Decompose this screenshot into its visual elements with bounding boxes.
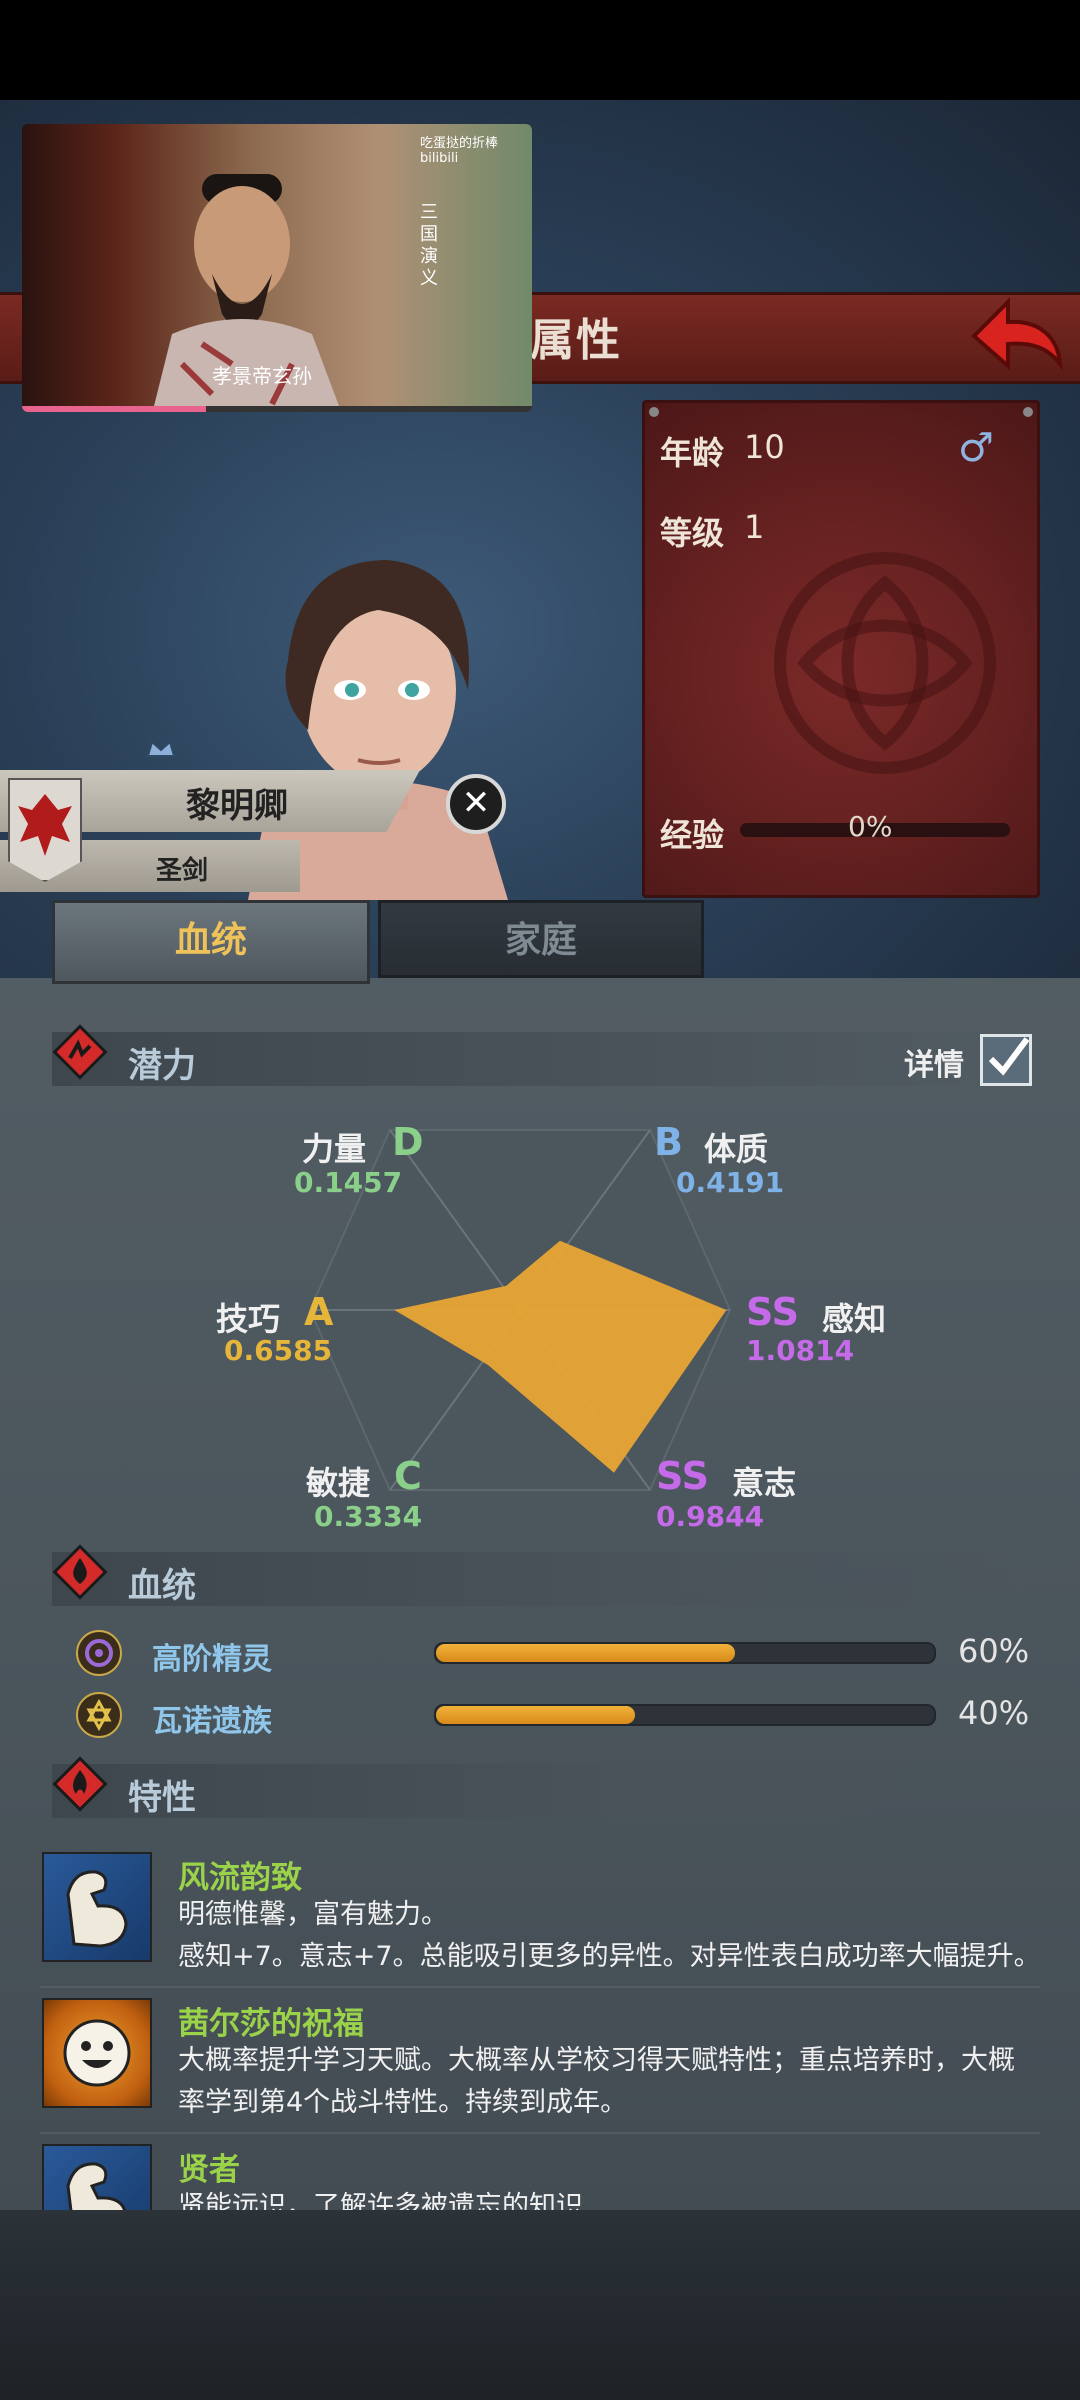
celtic-knot-emblem (774, 552, 996, 774)
bottom-area (0, 2210, 1080, 2400)
trait-item[interactable]: 贤者 贤能远识，了解许多被遗忘的知识 (40, 2144, 1040, 2210)
stat-strength-value: 0.1457 (294, 1166, 403, 1199)
trait-item[interactable]: 风流韵致 明德惟馨，富有魅力。 感知+7。意志+7。总能吸引更多的异性。对异性表… (40, 1852, 1041, 1972)
stat-agility-value: 0.3334 (314, 1500, 423, 1533)
video-source-label: 吃蛋挞的折棒 bilibili (420, 136, 499, 166)
stat-perception-grade: SS (746, 1290, 800, 1334)
status-bar-area (0, 0, 1080, 100)
exp-label: 经验 (660, 816, 725, 854)
stat-strength-name: 力量 (302, 1130, 367, 1168)
video-progress-bar[interactable] (22, 406, 532, 412)
traits-section-bar (52, 1764, 1027, 1818)
blood-drop-icon (52, 1544, 108, 1600)
crown-icon (146, 736, 176, 760)
detail-checkbox[interactable] (980, 1034, 1032, 1086)
bloodline-title: 血统 (128, 1566, 196, 1606)
tab-family[interactable]: 家庭 (378, 900, 704, 978)
stat-agility-name: 敏捷 (306, 1464, 371, 1502)
video-progress-fill (22, 406, 206, 412)
stat-will-grade: SS (656, 1454, 710, 1498)
male-icon: ♂ (958, 425, 994, 471)
page-title: 属性 (530, 315, 622, 366)
bloodline-percent: 60% (958, 1632, 1030, 1670)
muscle-arm-icon (42, 2144, 152, 2210)
character-name: 黎明卿 (186, 786, 288, 826)
muscle-arm-icon (42, 1852, 152, 1962)
close-icon[interactable]: ✕ (446, 774, 506, 834)
age-value: 10 (744, 428, 785, 466)
bloodline-bar (434, 1642, 936, 1664)
level-label: 等级 (660, 514, 725, 552)
exp-value: 0% (848, 810, 893, 843)
hexagram-icon (76, 1692, 122, 1738)
bloodline-bar-fill (436, 1706, 636, 1724)
video-subtitle: 孝景帝玄孙 (212, 364, 312, 388)
stat-strength-grade: D (392, 1120, 424, 1164)
divider (40, 1986, 1040, 1988)
trait-item[interactable]: 茜尔莎的祝福 大概率提升学习天赋。大概率从学校习得天赋特性；重点培养时，大概 率… (40, 1998, 1040, 2118)
flame-icon (52, 1756, 108, 1812)
age-label: 年龄 (660, 434, 725, 472)
stat-will-name: 意志 (732, 1464, 797, 1502)
stat-will-value: 0.9844 (656, 1500, 765, 1533)
high-elf-icon (76, 1630, 122, 1676)
stat-constitution-name: 体质 (704, 1130, 769, 1168)
tab-family-label: 家庭 (504, 920, 577, 961)
trait-desc-line: 贤能远识，了解许多被遗忘的知识 (178, 2191, 583, 2210)
tab-bloodline[interactable]: 血统 (52, 900, 370, 984)
smiley-face-icon (42, 1998, 152, 2108)
detail-label: 详情 (904, 1048, 964, 1083)
traits-title: 特性 (128, 1778, 196, 1818)
faction-emblem-icon (8, 778, 82, 882)
tab-bloodline-label: 血统 (174, 920, 247, 961)
trait-desc-line: 率学到第4个战斗特性。持续到成年。 (178, 2087, 628, 2118)
trait-name: 贤者 (178, 2152, 240, 2188)
divider (40, 2132, 1040, 2134)
bloodline-percent: 40% (958, 1694, 1030, 1732)
potential-icon (52, 1024, 108, 1080)
bloodline-row: 瓦诺遗族 40% (76, 1692, 1036, 1739)
trait-desc-line: 大概率提升学习天赋。大概率从学校习得天赋特性；重点培养时，大概 (178, 2045, 1015, 2076)
video-caption-vertical: 三国演义 (417, 202, 438, 290)
potential-title: 潜力 (128, 1046, 196, 1086)
bloodline-row: 高阶精灵 60% (76, 1630, 1036, 1677)
bloodline-section-bar (52, 1552, 1027, 1606)
back-arrow-icon (971, 297, 1063, 371)
stat-skill-grade: A (304, 1290, 334, 1334)
rivet-icon (649, 407, 659, 417)
potential-radar-chart (308, 1129, 732, 1491)
bloodline-name: 瓦诺遗族 (152, 1704, 272, 1739)
stat-constitution-grade: B (654, 1120, 683, 1164)
stat-agility-grade: C (394, 1454, 422, 1498)
back-button[interactable] (968, 292, 1064, 374)
trait-name: 风流韵致 (178, 1860, 302, 1896)
trait-name: 茜尔莎的祝福 (178, 2006, 364, 2042)
stat-skill-value: 0.6585 (224, 1334, 333, 1367)
video-overlay[interactable]: 吃蛋挞的折棒 bilibili 三国演义 孝景帝玄孙 (22, 124, 532, 412)
bloodline-bar (434, 1704, 936, 1726)
potential-section-bar (52, 1032, 1027, 1086)
bloodline-name: 高阶精灵 (152, 1642, 272, 1677)
trait-desc-line: 明德惟馨，富有魅力。 (178, 1899, 448, 1930)
level-value: 1 (744, 508, 765, 546)
stat-constitution-value: 0.4191 (676, 1166, 785, 1199)
stat-perception-value: 1.0814 (746, 1334, 855, 1367)
bloodline-bar-fill (436, 1644, 735, 1662)
character-title: 圣剑 (156, 856, 209, 886)
rivet-icon (1023, 407, 1033, 417)
trait-desc-line: 感知+7。意志+7。总能吸引更多的异性。对异性表白成功率大幅提升。 (178, 1941, 1041, 1972)
